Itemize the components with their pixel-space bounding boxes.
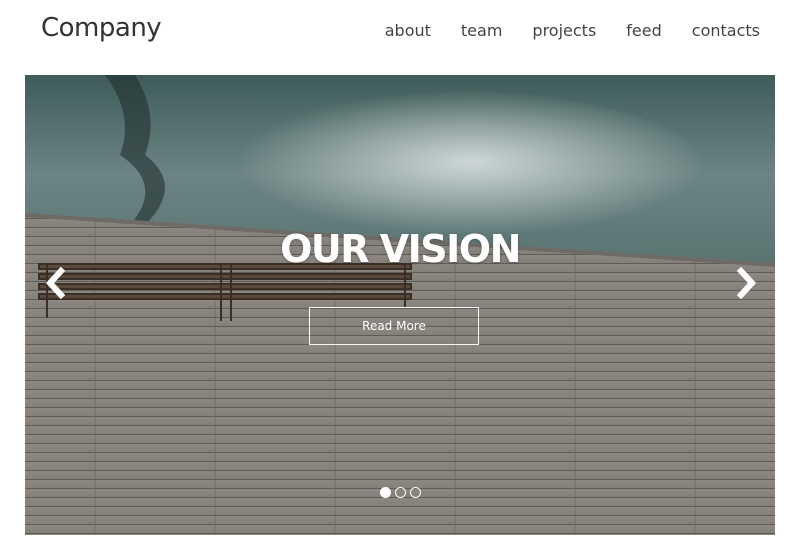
slider-dot-1[interactable] [379,487,391,498]
nav-link-projects[interactable]: projects [532,21,596,40]
nav-link-team[interactable]: team [461,21,503,40]
main-nav: about team projects feed contacts [385,21,760,41]
chevron-left-icon [45,267,66,299]
slider-dot-2[interactable] [394,487,406,498]
site-header: Company about team projects feed contact… [0,0,800,62]
slide-title: OUR VISION [280,227,521,271]
nav-link-contacts[interactable]: contacts [692,21,760,40]
slide-image [25,75,775,535]
hero-slider: OUR VISION Read More [25,75,775,535]
nav-link-about[interactable]: about [385,21,431,40]
slide-caption: OUR VISION [25,227,775,271]
slider-next-button[interactable] [731,265,761,301]
chevron-right-icon [736,267,757,299]
slider-prev-button[interactable] [41,265,71,301]
slider-pagination [25,487,775,498]
nav-link-feed[interactable]: feed [626,21,661,40]
slider-dot-3[interactable] [409,487,421,498]
brand-logo[interactable]: Company [41,13,162,43]
read-more-button[interactable]: Read More [309,307,479,345]
